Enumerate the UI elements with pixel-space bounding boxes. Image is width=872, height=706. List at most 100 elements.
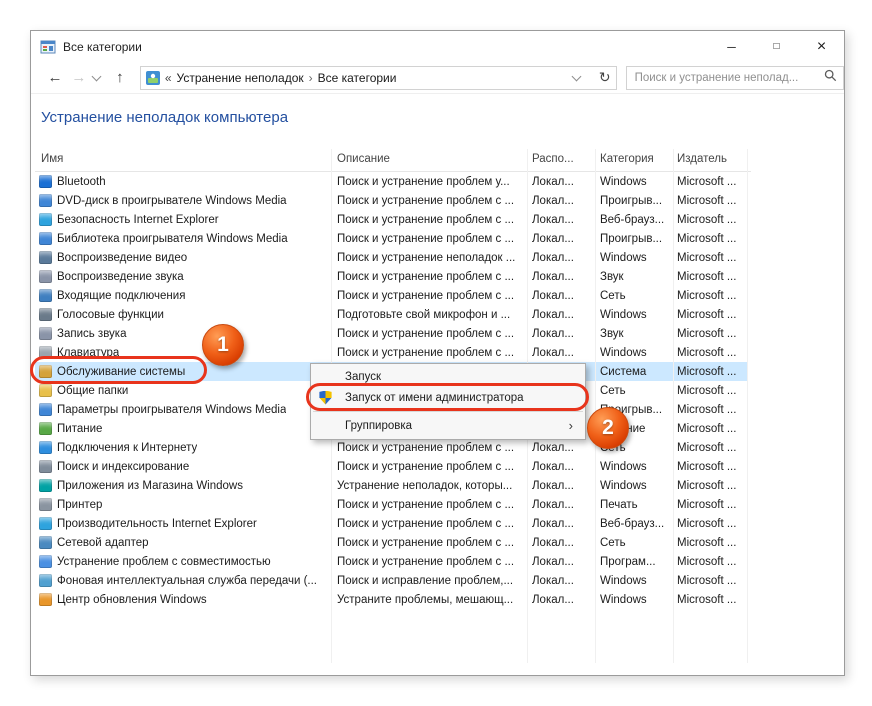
table-row[interactable]: Голосовые функции Подготовьте свой микроф… — [35, 305, 747, 324]
row-label: Параметры проигрывателя Windows Media — [57, 403, 287, 416]
close-button[interactable]: × — [799, 31, 844, 62]
row-name-cell: DVD-диск в проигрывателе Windows Media — [35, 194, 331, 207]
row-label: Голосовые функции — [57, 308, 164, 321]
highlight-oval-system-maintenance — [30, 356, 207, 384]
table-row[interactable]: Устранение проблем с совместимостью Поиск… — [35, 552, 747, 571]
bluetooth-icon — [39, 175, 52, 188]
row-label: Центр обновления Windows — [57, 593, 207, 606]
row-description-cell: Поиск и устранение проблем у... — [337, 175, 510, 188]
row-location-cell: Локал... — [532, 479, 574, 492]
window-controls: ─ □ × — [709, 31, 844, 62]
row-name-cell: Устранение проблем с совместимостью — [35, 555, 331, 568]
menu-item-label: Запуск — [345, 370, 381, 383]
row-description-cell: Поиск и устранение проблем с ... — [337, 536, 515, 549]
wmp-settings-icon — [39, 403, 52, 416]
forward-button[interactable]: → — [67, 70, 91, 85]
table-row[interactable]: Входящие подключения Поиск и устранение п… — [35, 286, 747, 305]
table-row[interactable]: Принтер Поиск и устранение проблем с ... Л… — [35, 495, 747, 514]
power-icon — [39, 422, 52, 435]
row-label: Поиск и индексирование — [57, 460, 190, 473]
step-badge-2: 2 — [587, 407, 629, 449]
row-category-cell: Веб-брауз... — [600, 517, 665, 530]
row-category-cell: Сеть — [600, 289, 626, 302]
table-row[interactable]: Центр обновления Windows Устраните пробле… — [35, 590, 747, 609]
row-location-cell: Локал... — [532, 194, 574, 207]
row-name-cell: Запись звука — [35, 327, 331, 340]
row-description-cell: Поиск и исправление проблем,... — [337, 574, 514, 587]
search-box[interactable] — [625, 65, 845, 90]
table-row[interactable]: Производительность Internet Explorer Поис… — [35, 514, 747, 533]
row-name-cell: Питание — [35, 422, 331, 435]
page-title: Устранение неполадок компьютера — [41, 109, 289, 126]
address-bar[interactable]: « Устранение неполадок › Все категории ↻ — [139, 65, 617, 90]
recent-locations-chevron-icon[interactable] — [91, 71, 102, 81]
column-header-name[interactable]: Имя — [35, 149, 331, 171]
table-row[interactable]: Воспроизведение звука Поиск и устранение … — [35, 267, 747, 286]
row-description-cell: Поиск и устранение проблем с ... — [337, 289, 515, 302]
refresh-button[interactable]: ↻ — [599, 69, 611, 86]
table-row[interactable]: DVD-диск в проигрывателе Windows Media По… — [35, 191, 747, 210]
search-input[interactable] — [632, 70, 821, 85]
row-publisher-cell: Microsoft ... — [677, 232, 737, 245]
column-header-publisher[interactable]: Издатель — [673, 149, 747, 171]
table-row[interactable]: Поиск и индексирование Поиск и устранение… — [35, 457, 747, 476]
row-label: Общие папки — [57, 384, 129, 397]
row-category-cell: Печать — [600, 498, 638, 511]
breadcrumb-item-all-categories[interactable]: Все категории — [318, 71, 397, 85]
row-publisher-cell: Microsoft ... — [677, 593, 737, 606]
maximize-button[interactable]: □ — [754, 31, 799, 62]
address-dropdown-chevron-icon[interactable] — [571, 71, 582, 81]
row-label: Приложения из Магазина Windows — [57, 479, 243, 492]
row-location-cell: Локал... — [532, 555, 574, 568]
table-row[interactable]: Подключения к Интернету Поиск и устранени… — [35, 438, 747, 457]
breadcrumb-item-troubleshooting[interactable]: Устранение неполадок — [177, 71, 304, 85]
minimize-button[interactable]: ─ — [709, 31, 754, 62]
row-category-cell: Windows — [600, 346, 647, 359]
maximize-icon: □ — [773, 40, 780, 52]
row-name-cell: Воспроизведение звука — [35, 270, 331, 283]
bits-icon — [39, 574, 52, 587]
row-description-cell: Подготовьте свой микрофон и ... — [337, 308, 511, 321]
menu-item-label: Группировка — [345, 419, 413, 432]
table-row[interactable]: Воспроизведение видео Поиск и устранение … — [35, 248, 747, 267]
row-label: Запись звука — [57, 327, 127, 340]
column-divider — [673, 149, 674, 663]
table-row[interactable]: Сетевой адаптер Поиск и устранение пробле… — [35, 533, 747, 552]
column-header-location[interactable]: Распо... — [527, 149, 595, 171]
column-divider — [595, 149, 596, 663]
table-row[interactable]: Приложения из Магазина Windows Устранение… — [35, 476, 747, 495]
row-publisher-cell: Microsoft ... — [677, 365, 737, 378]
row-publisher-cell: Microsoft ... — [677, 574, 737, 587]
column-header-category[interactable]: Категория — [595, 149, 673, 171]
printer-icon — [39, 498, 52, 511]
troubleshooting-category-icon — [145, 70, 160, 85]
search-icon[interactable] — [824, 69, 837, 87]
column-header-description[interactable]: Описание — [331, 149, 527, 171]
table-row[interactable]: Библиотека проигрывателя Windows Media По… — [35, 229, 747, 248]
breadcrumb-overflow-chevron[interactable]: « — [165, 71, 172, 85]
wmp-dvd-icon — [39, 194, 52, 207]
row-description-cell: Поиск и устранение проблем с ... — [337, 270, 515, 283]
back-button[interactable]: ← — [43, 70, 67, 85]
table-row[interactable]: Фоновая интеллектуальная служба передачи… — [35, 571, 747, 590]
menu-item-grouping[interactable]: Группировка › — [311, 415, 585, 436]
row-label: Воспроизведение звука — [57, 270, 184, 283]
minimize-icon: ─ — [727, 39, 736, 54]
row-category-cell: Windows — [600, 460, 647, 473]
up-button[interactable]: ↑ — [108, 70, 132, 85]
row-publisher-cell: Microsoft ... — [677, 175, 737, 188]
row-description-cell: Поиск и устранение проблем с ... — [337, 498, 515, 511]
row-category-cell: Проигрыв... — [600, 232, 663, 245]
all-categories-app-icon — [40, 39, 56, 55]
table-row[interactable]: Bluetooth Поиск и устранение проблем у...… — [35, 172, 747, 191]
audio-playback-icon — [39, 270, 52, 283]
row-location-cell: Локал... — [532, 232, 574, 245]
table-row[interactable]: Безопасность Internet Explorer Поиск и ус… — [35, 210, 747, 229]
ie-performance-icon — [39, 517, 52, 530]
row-description-cell: Устранение неполадок, которы... — [337, 479, 513, 492]
title-bar[interactable]: Все категории ─ □ × — [31, 31, 844, 62]
row-location-cell: Локал... — [532, 536, 574, 549]
row-category-cell: Сеть — [600, 384, 626, 397]
table-row[interactable]: Запись звука Поиск и устранение проблем с… — [35, 324, 747, 343]
row-category-cell: Windows — [600, 479, 647, 492]
